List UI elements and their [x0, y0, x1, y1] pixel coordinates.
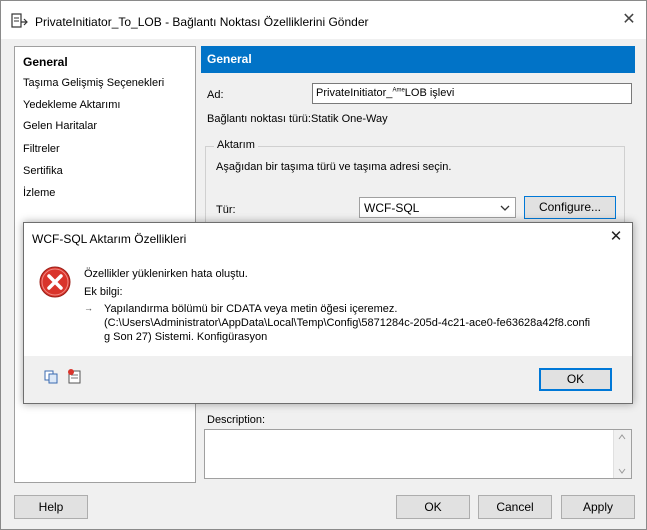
cancel-button[interactable]: Cancel: [478, 495, 552, 519]
port-type-label: Bağlantı noktası türü:: [207, 113, 311, 125]
detail-line-3: g Son 27) Sistemi. Konfigürasyon: [104, 331, 268, 343]
sidebar-item-certificate[interactable]: Sertifika: [23, 165, 63, 177]
details-icon[interactable]: [67, 368, 82, 384]
description-field[interactable]: [204, 429, 632, 479]
dialog-ok-button[interactable]: OK: [539, 368, 612, 391]
close-icon[interactable]: ✕: [621, 12, 637, 29]
error-dialog: WCF-SQL Aktarım Özellikleri ✕ Özellikler…: [23, 222, 633, 404]
transport-type-value: WCF-SQL: [364, 201, 420, 215]
name-label: Ad:: [207, 89, 224, 101]
name-value-suffix: LOB işlevi: [404, 87, 455, 99]
extra-info-label: Ek bilgi:: [84, 286, 123, 298]
sidebar-item-inbound-maps[interactable]: Gelen Haritalar: [23, 120, 97, 132]
sidebar-item-transport-advanced[interactable]: Taşıma Gelişmiş Seçenekleri: [23, 77, 164, 89]
transport-hint: Aşağıdan bir taşıma türü ve taşıma adres…: [216, 161, 452, 173]
sidebar-item-backup-transport[interactable]: Yedekleme Aktarımı: [23, 99, 120, 111]
transport-type-select[interactable]: WCF-SQL: [359, 197, 516, 218]
configure-button[interactable]: Configure...: [524, 196, 616, 219]
dialog-body: Özellikler yüklenirken hata oluştu. Ek b…: [24, 253, 632, 356]
transport-group-title: Aktarım: [214, 139, 258, 151]
window-title: PrivateInitiator_To_LOB - Bağlantı Nokta…: [35, 15, 369, 29]
detail-line-2: (C:\Users\Administrator\AppData\Local\Te…: [104, 317, 591, 329]
panel-header: General: [201, 46, 635, 73]
error-icon: [39, 266, 71, 298]
description-label: Description:: [207, 414, 266, 426]
name-value-prefix: PrivateInitiator_: [316, 87, 393, 99]
port-type-value: Statik One-Way: [311, 113, 388, 125]
dialog-title-bar: WCF-SQL Aktarım Özellikleri ✕: [24, 223, 632, 253]
sidebar-item-general[interactable]: General: [23, 55, 68, 69]
arrow-icon: →: [84, 303, 93, 313]
name-value-superscript: Ame: [392, 87, 405, 94]
scroll-up-icon[interactable]: [618, 434, 626, 440]
title-bar: PrivateInitiator_To_LOB - Bağlantı Nokta…: [1, 1, 646, 39]
apply-button[interactable]: Apply: [561, 495, 635, 519]
transport-type-label: Tür:: [216, 204, 236, 216]
chevron-down-icon: [500, 205, 510, 211]
help-button[interactable]: Help: [14, 495, 88, 519]
ok-button[interactable]: OK: [396, 495, 470, 519]
dialog-close-icon[interactable]: ✕: [608, 229, 624, 246]
copy-icon[interactable]: [44, 370, 58, 384]
description-scrollbar[interactable]: [613, 430, 631, 478]
dialog-footer: OK: [24, 356, 632, 403]
sidebar-item-tracking[interactable]: İzleme: [23, 187, 55, 199]
dialog-title: WCF-SQL Aktarım Özellikleri: [32, 232, 187, 246]
error-message: Özellikler yüklenirken hata oluştu.: [84, 268, 248, 280]
sidebar-item-filters[interactable]: Filtreler: [23, 143, 60, 155]
name-field[interactable]: PrivateInitiator_AmeLOB işlevi: [312, 83, 632, 104]
detail-line-1: Yapılandırma bölümü bir CDATA veya metin…: [104, 303, 398, 315]
scroll-down-icon[interactable]: [618, 468, 626, 474]
window-icon: [11, 13, 28, 28]
